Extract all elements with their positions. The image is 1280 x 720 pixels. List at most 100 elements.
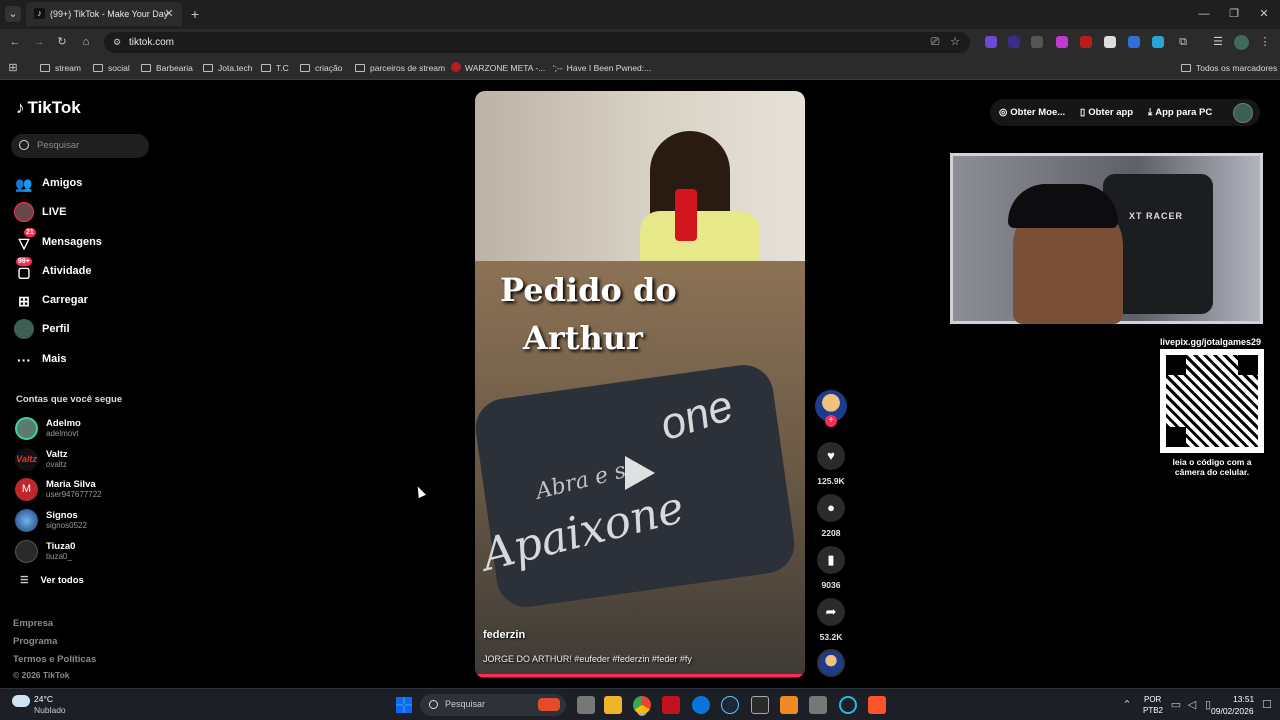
get-coins-button[interactable]: ◎ Obter Moe... xyxy=(999,107,1065,118)
reload-icon[interactable]: ↻ xyxy=(54,34,70,50)
clock-time[interactable]: 13:51 xyxy=(1233,694,1254,704)
browser-menu-icon[interactable]: ⋮ xyxy=(1259,34,1271,50)
file-explorer-icon[interactable] xyxy=(604,696,622,714)
bookmark-jotatech[interactable]: Jota.tech xyxy=(203,60,253,76)
follow-plus-icon[interactable]: + xyxy=(825,415,837,427)
extensions-puzzle-icon[interactable]: ⧉ xyxy=(1175,34,1191,50)
account-handle: adelmovt xyxy=(46,429,79,438)
extension-icon[interactable] xyxy=(1031,36,1043,48)
bookmark-star-icon[interactable]: ☆ xyxy=(948,34,962,50)
list-icon: ☰ xyxy=(20,575,29,586)
extension-icon[interactable] xyxy=(1008,36,1020,48)
chrome-icon[interactable] xyxy=(633,696,651,714)
footer-termos[interactable]: Termos e Políticas xyxy=(13,654,96,665)
folder-icon xyxy=(300,64,310,72)
activity-icon: ▢ 99+ xyxy=(16,257,32,281)
nav-atividade[interactable]: ▢ 99+ Atividade xyxy=(14,257,92,282)
bookmark-stream[interactable]: stream xyxy=(40,60,81,76)
save-button[interactable]: ▮ xyxy=(817,546,845,574)
windows-start-icon[interactable] xyxy=(396,697,412,713)
bookmark-parceiros[interactable]: parceiros de stream xyxy=(355,60,445,76)
reading-list-icon[interactable]: ☰ xyxy=(1210,34,1226,50)
nav-amigos[interactable]: 👥 Amigos xyxy=(14,172,82,194)
play-icon[interactable] xyxy=(625,456,655,490)
extension-icon[interactable] xyxy=(1080,36,1092,48)
extension-icon[interactable] xyxy=(1152,36,1164,48)
video-author[interactable]: federzin xyxy=(483,629,525,641)
pc-app-button[interactable]: ⤓ App para PC xyxy=(1148,107,1212,118)
tiktok-logo[interactable]: ♪ TikTok xyxy=(16,98,81,122)
bookmark-warzone[interactable]: WARZONE META -... xyxy=(451,60,545,76)
lang-indicator-2[interactable]: PTB2 xyxy=(1143,706,1163,715)
extension-icon[interactable] xyxy=(985,36,997,48)
extension-icon[interactable] xyxy=(1104,36,1116,48)
site-info-icon[interactable]: ⚙ xyxy=(110,34,124,50)
folder-icon xyxy=(1181,64,1191,72)
windows-taskbar: 24°C Nublado Pesquisar ⌃ POR PTB2 ▭ ◁ ▯ … xyxy=(0,688,1280,720)
like-button[interactable]: ♥ xyxy=(817,442,845,470)
task-view-icon[interactable] xyxy=(577,696,595,714)
user-avatar[interactable] xyxy=(1233,103,1253,123)
tab-close-icon[interactable]: ✕ xyxy=(162,6,176,22)
back-icon[interactable]: ← xyxy=(7,34,23,50)
address-bar[interactable]: ⚙ tiktok.com ⎚ ☆ xyxy=(104,32,970,53)
all-bookmarks[interactable]: Todos os marcadores xyxy=(1181,60,1277,76)
bookmark-hibp[interactable]: ';-- Have I Been Pwned:... xyxy=(553,60,651,76)
install-icon[interactable]: ⎚ xyxy=(928,34,942,50)
browser-tab[interactable]: ♪ (99+) TikTok - Make Your Day ✕ xyxy=(26,2,182,26)
music-disc-avatar[interactable] xyxy=(817,649,845,677)
clock-date[interactable]: 09/02/2026 xyxy=(1211,706,1254,716)
taskbar-search[interactable]: Pesquisar xyxy=(420,694,566,716)
volume-icon[interactable]: ◁ xyxy=(1186,697,1198,713)
nav-mensagens[interactable]: ▽ 21 Mensagens xyxy=(14,228,102,253)
search-box[interactable]: Pesquisar xyxy=(11,134,149,158)
forward-icon[interactable]: → xyxy=(31,34,47,50)
close-window-icon[interactable]: ✕ xyxy=(1256,6,1272,22)
app-orange-icon[interactable] xyxy=(780,696,798,714)
footer-empresa[interactable]: Empresa xyxy=(13,618,53,629)
network-icon[interactable]: ▭ xyxy=(1170,697,1182,713)
new-tab-icon[interactable]: + xyxy=(188,6,202,22)
see-all-link[interactable]: ☰ Ver todos xyxy=(20,575,84,586)
nav-perfil[interactable]: Perfil xyxy=(14,318,70,340)
bookmark-social[interactable]: social xyxy=(93,60,130,76)
share-button[interactable]: ➦ xyxy=(817,598,845,626)
app-blue-icon[interactable] xyxy=(692,696,710,714)
address-toolbar: ← → ↻ ⌂ ⚙ tiktok.com ⎚ ☆ ⧉ ☰ ⋮ xyxy=(0,29,1280,56)
comment-button[interactable]: ● xyxy=(817,494,845,522)
brave-icon[interactable] xyxy=(868,696,886,714)
notifications-icon[interactable]: ☐ xyxy=(1261,697,1273,713)
bookmark-barbearia[interactable]: Barbearia xyxy=(141,60,193,76)
search-input[interactable]: Pesquisar xyxy=(37,140,79,151)
minimize-icon[interactable]: — xyxy=(1196,6,1212,22)
tray-chevron-icon[interactable]: ⌃ xyxy=(1121,697,1133,713)
profile-avatar[interactable] xyxy=(1234,35,1249,50)
lang-indicator[interactable]: POR xyxy=(1144,695,1161,704)
apps-grid-icon[interactable]: ⊞ xyxy=(6,60,20,76)
epic-games-icon[interactable] xyxy=(751,696,769,714)
more-icon: ··· xyxy=(17,352,31,369)
video-progress-bar[interactable] xyxy=(475,674,805,677)
extension-icon[interactable] xyxy=(1056,36,1068,48)
nav-mais[interactable]: ··· Mais xyxy=(14,348,66,370)
steam-icon[interactable] xyxy=(721,696,739,714)
app-red-icon[interactable] xyxy=(662,696,680,714)
app-gray-icon[interactable] xyxy=(809,696,827,714)
app-cyan-icon[interactable] xyxy=(839,696,857,714)
nav-carregar[interactable]: ⊞ Carregar xyxy=(14,289,88,311)
home-icon[interactable]: ⌂ xyxy=(78,34,94,50)
restore-icon[interactable]: ❐ xyxy=(1226,6,1242,22)
extension-icon[interactable] xyxy=(1128,36,1140,48)
weather-icon[interactable] xyxy=(12,695,30,707)
tab-title: (99+) TikTok - Make Your Day xyxy=(50,9,169,19)
phone-icon: ▯ xyxy=(1080,107,1086,118)
video-player[interactable]: Pedido do Arthur one Abra e s Apaixone f… xyxy=(475,91,805,678)
creator-avatar[interactable]: + xyxy=(815,390,847,427)
tab-search-icon[interactable]: ⌄ xyxy=(5,6,21,22)
footer-programa[interactable]: Programa xyxy=(13,636,57,647)
get-app-button[interactable]: ▯ Obter app xyxy=(1080,107,1133,118)
nav-live[interactable]: LIVE xyxy=(14,201,66,223)
bookmark-criacao[interactable]: criação xyxy=(300,60,342,76)
bookmark-tc[interactable]: T.C xyxy=(261,60,289,76)
account-name: Adelmo xyxy=(46,418,81,429)
